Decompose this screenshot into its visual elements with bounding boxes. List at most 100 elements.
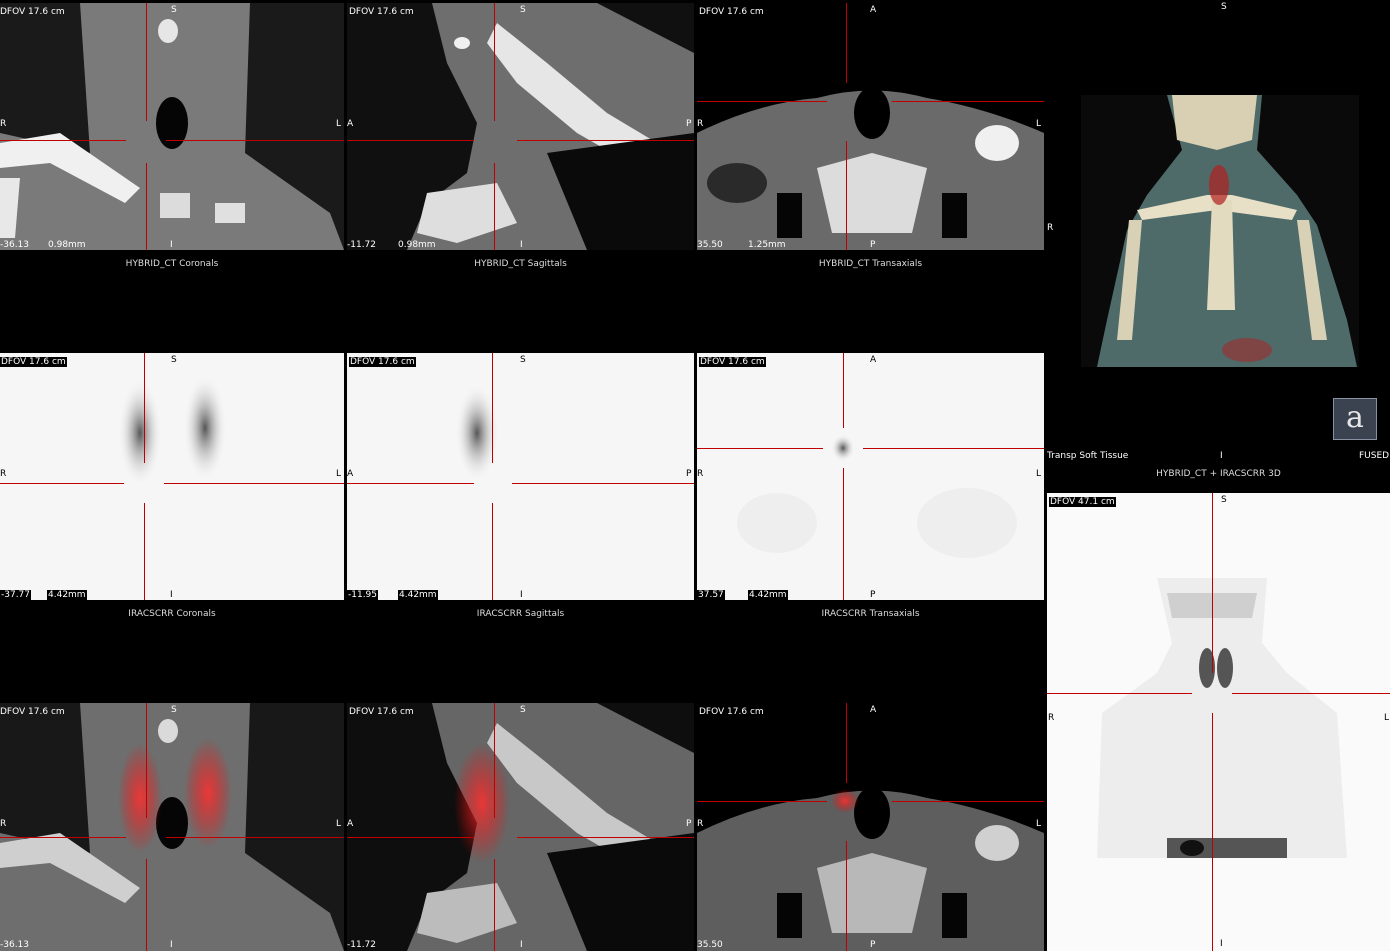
- orient-right: L: [1036, 819, 1042, 829]
- orient-top: A: [870, 705, 877, 715]
- slice-thickness: 4.42mm: [398, 590, 438, 600]
- ct-sagittal-caption: HYBRID_CT Sagittals: [474, 259, 567, 269]
- orient-bottom: I: [170, 940, 173, 950]
- dfov-label: DFOV 17.6 cm: [699, 707, 764, 717]
- nm-coronal-viewport[interactable]: DFOV 17.6 cm S R L I -37.77 4.42mm: [0, 353, 344, 600]
- slice-thickness: 1.25mm: [748, 240, 786, 250]
- orient-right: L: [1036, 469, 1042, 479]
- ct-sagittal-viewport[interactable]: DFOV 17.6 cm S A P I -11.72 0.98mm: [347, 3, 694, 250]
- dfov-label: DFOV 17.6 cm: [349, 357, 416, 367]
- slice-position: 35.50: [697, 240, 723, 250]
- nm-coronal-caption: IRACSCRR Coronals: [128, 609, 216, 619]
- orient-right: L: [1036, 119, 1042, 129]
- orient-top: S: [520, 5, 526, 15]
- dfov-label: DFOV 17.6 cm: [0, 7, 65, 17]
- orient-bottom: I: [1220, 451, 1223, 461]
- orient-left: R: [0, 119, 7, 129]
- fused-transaxial-viewport[interactable]: DFOV 17.6 cm A R L P 35.50: [697, 703, 1044, 951]
- dfov-label: DFOV 17.6 cm: [699, 357, 766, 367]
- fused-sagittal-image: [347, 703, 694, 951]
- slice-thickness: 4.42mm: [748, 590, 788, 600]
- orient-right: P: [686, 469, 692, 479]
- slice-position: -36.13: [0, 240, 30, 250]
- ct-transaxial-caption: HYBRID_CT Transaxials: [818, 259, 923, 269]
- orient-left: A: [347, 469, 354, 479]
- orient-left: R: [1047, 223, 1054, 233]
- slice-position: -11.72: [347, 940, 377, 950]
- orient-left: R: [0, 469, 7, 479]
- orient-bottom: I: [520, 940, 523, 950]
- orient-right: L: [336, 469, 342, 479]
- ct-coronal-viewport[interactable]: DFOV 17.6 cm S R L I -36.13 0.98mm: [0, 3, 344, 250]
- vr3d-image: [1081, 95, 1359, 367]
- orient-top: S: [171, 355, 177, 365]
- ct-coronal-image: [0, 3, 344, 250]
- ct-transaxial-viewport[interactable]: DFOV 17.6 cm A R L P 35.50 1.25mm: [697, 3, 1044, 250]
- orient-left: R: [0, 819, 7, 829]
- slice-position: -36.13: [0, 940, 30, 950]
- orient-top: S: [1221, 495, 1227, 505]
- orient-right: L: [1384, 713, 1390, 723]
- nm-transaxial-image: [697, 353, 1044, 600]
- dfov-label: DFOV 17.6 cm: [349, 707, 414, 717]
- ct-sagittal-image: [347, 3, 694, 250]
- slice-position: 37.57: [697, 590, 725, 600]
- orient-left: A: [347, 119, 354, 129]
- dfov-label: DFOV 17.6 cm: [0, 357, 67, 367]
- dfov-label: DFOV 17.6 cm: [0, 707, 65, 717]
- fused-coronal-viewport[interactable]: DFOV 17.6 cm S R L I -36.13: [0, 703, 344, 951]
- orient-right: L: [336, 819, 342, 829]
- orient-right: P: [686, 119, 692, 129]
- slice-position: -11.95: [347, 590, 379, 600]
- orient-bottom: P: [870, 940, 876, 950]
- nm-sagittal-caption: IRACSCRR Sagittals: [476, 609, 565, 619]
- dfov-label: DFOV 47.1 cm: [1049, 497, 1116, 507]
- orient-bottom: I: [170, 590, 173, 600]
- orient-left: R: [697, 469, 704, 479]
- orient-right: L: [336, 119, 342, 129]
- fused-transaxial-image: [697, 703, 1044, 951]
- render-mode: FUSED: [1359, 451, 1390, 461]
- mip-image: [1047, 493, 1390, 951]
- orient-top: A: [870, 5, 877, 15]
- orient-top: S: [171, 5, 177, 15]
- orient-bottom: I: [520, 240, 523, 250]
- ct-coronal-caption: HYBRID_CT Coronals: [125, 259, 219, 269]
- vr3d-viewport[interactable]: S R I Transp Soft Tissue FUSED: [1047, 0, 1390, 465]
- slice-position: 35.50: [697, 940, 723, 950]
- orient-left: R: [1048, 713, 1055, 723]
- orient-top: S: [1221, 2, 1227, 12]
- orient-top: A: [870, 355, 877, 365]
- orient-top: S: [520, 355, 526, 365]
- slice-position: -37.77: [0, 590, 32, 600]
- orient-bottom: P: [870, 590, 876, 600]
- nm-sagittal-image: [347, 353, 694, 600]
- orient-bottom: I: [1220, 939, 1223, 949]
- orient-top: S: [171, 705, 177, 715]
- figure-label-badge: a: [1333, 398, 1377, 440]
- slice-thickness: 0.98mm: [48, 240, 86, 250]
- orient-left: R: [697, 819, 704, 829]
- nm-coronal-image: [0, 353, 344, 600]
- ct-transaxial-image: [697, 3, 1044, 250]
- orient-bottom: I: [520, 590, 523, 600]
- slice-position: -11.72: [347, 240, 377, 250]
- vr3d-caption: HYBRID_CT + IRACSCRR 3D: [1156, 469, 1281, 479]
- mip-viewport[interactable]: DFOV 47.1 cm S R L I: [1047, 493, 1390, 951]
- orient-left: A: [347, 819, 354, 829]
- render-preset: Transp Soft Tissue: [1047, 451, 1129, 461]
- nm-transaxial-caption: IRACSCRR Transaxials: [821, 609, 920, 619]
- nm-sagittal-viewport[interactable]: DFOV 17.6 cm S A P I -11.95 4.42mm: [347, 353, 694, 600]
- slice-thickness: 0.98mm: [398, 240, 436, 250]
- orient-top: S: [520, 705, 526, 715]
- nm-transaxial-viewport[interactable]: DFOV 17.6 cm A R L P 37.57 4.42mm: [697, 353, 1044, 600]
- fused-coronal-image: [0, 703, 344, 951]
- fused-sagittal-viewport[interactable]: DFOV 17.6 cm S A P I -11.72: [347, 703, 694, 951]
- orient-right: P: [686, 819, 692, 829]
- slice-thickness: 4.42mm: [47, 590, 87, 600]
- dfov-label: DFOV 17.6 cm: [699, 7, 764, 17]
- orient-bottom: P: [870, 240, 876, 250]
- dfov-label: DFOV 17.6 cm: [349, 7, 414, 17]
- orient-left: R: [697, 119, 704, 129]
- orient-bottom: I: [170, 240, 173, 250]
